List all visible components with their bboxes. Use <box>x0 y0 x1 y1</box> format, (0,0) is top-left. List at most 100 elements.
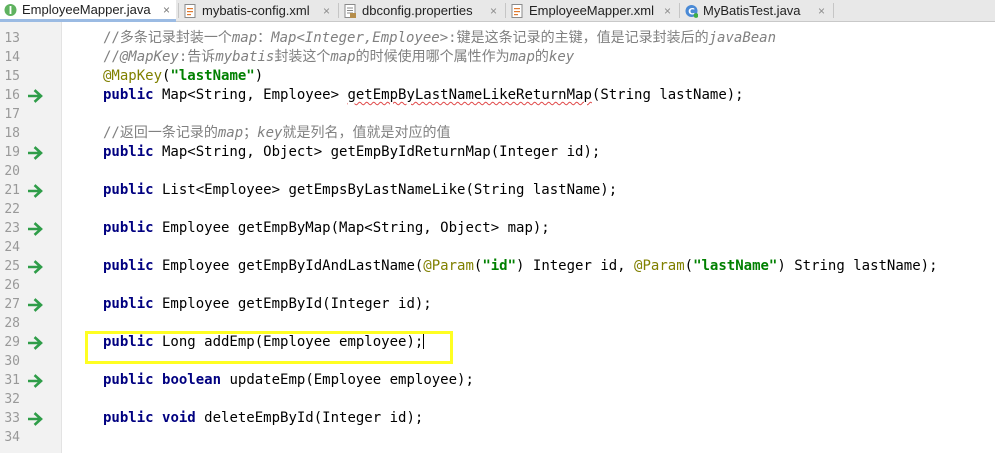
line-number: 13 <box>4 31 20 46</box>
tab-employee-mapper-java[interactable]: EmployeeMapper.java × <box>0 0 176 22</box>
annotation: @Param <box>423 258 474 274</box>
line-number: 29 <box>4 335 20 350</box>
implemented-arrow-icon[interactable] <box>27 260 44 274</box>
code-comment: //返回一条记录的map；key就是列名，值就是对应的值 <box>103 125 451 141</box>
code-text: //多条记录封装一个map：Map<Integer,Employee>:键是这条… <box>103 29 776 48</box>
line-number: 19 <box>4 145 20 160</box>
code-line[interactable]: 25 public Employee getEmpByIdAndLastName(… <box>0 257 995 276</box>
code-line[interactable]: 16 public Map<String, Employee> getEmpByL… <box>0 86 995 105</box>
code-comment: //多条记录封装一个map：Map<Integer,Employee>:键是这条… <box>103 30 777 46</box>
line-number: 20 <box>4 164 20 179</box>
code-text: public Map<String, Employee> getEmpByLas… <box>103 87 744 103</box>
tab-divider <box>178 3 179 18</box>
tab-divider <box>505 3 506 18</box>
close-icon[interactable]: × <box>163 3 170 17</box>
close-icon[interactable]: × <box>490 4 497 18</box>
xml-file-icon <box>511 3 524 18</box>
implemented-arrow-icon[interactable] <box>27 412 44 426</box>
line-number: 25 <box>4 259 20 274</box>
string-literal: "lastName" <box>170 68 255 84</box>
code-text: //@MapKey:告诉mybatis封装这个map的时候使用哪个属性作为map… <box>103 48 574 67</box>
implemented-arrow-icon[interactable] <box>27 298 44 312</box>
code-text: public boolean updateEmp(Employee employ… <box>103 372 474 388</box>
close-icon[interactable]: × <box>818 4 825 18</box>
implemented-arrow-icon[interactable] <box>27 89 44 103</box>
tab-label: EmployeeMapper.java <box>22 2 151 17</box>
code-text: public Employee getEmpByIdAndLastName(@P… <box>103 258 938 274</box>
code-comment: //@MapKey:告诉mybatis封装这个map的时候使用哪个属性作为map… <box>103 49 575 65</box>
code-text: public List<Employee> getEmpsByLastNameL… <box>103 182 618 198</box>
line-number: 31 <box>4 373 20 388</box>
line-number: 23 <box>4 221 20 236</box>
highlight-box <box>85 331 453 364</box>
line-number: 26 <box>4 278 20 293</box>
method-name: getEmpByLastNameLikeReturnMap <box>347 87 592 103</box>
code-line[interactable]: 32 <box>0 390 995 409</box>
code-line[interactable]: 19 public Map<String, Object> getEmpByIdR… <box>0 143 995 162</box>
line-number: 17 <box>4 107 20 122</box>
line-number: 33 <box>4 411 20 426</box>
implemented-arrow-icon[interactable] <box>27 374 44 388</box>
tab-label: MyBatisTest.java <box>703 3 801 18</box>
code-line[interactable]: 13 //多条记录封装一个map：Map<Integer,Employee>:键是… <box>0 29 995 48</box>
code-text: public Employee getEmpByMap(Map<String, … <box>103 220 550 236</box>
line-number: 28 <box>4 316 20 331</box>
code-line[interactable]: 27 public Employee getEmpById(Integer id)… <box>0 295 995 314</box>
code-line[interactable]: 33 public void deleteEmpById(Integer id); <box>0 409 995 428</box>
tab-divider <box>679 3 680 18</box>
line-number: 24 <box>4 240 20 255</box>
line-number: 14 <box>4 50 20 65</box>
code-line[interactable]: 26 <box>0 276 995 295</box>
code-editor[interactable]: 13 //多条记录封装一个map：Map<Integer,Employee>:键是… <box>0 22 995 453</box>
annotation: @MapKey <box>103 68 163 84</box>
tab-label: EmployeeMapper.xml <box>529 3 654 18</box>
code-line[interactable]: 31 public boolean updateEmp(Employee empl… <box>0 371 995 390</box>
tab-dbconfig-properties[interactable]: dbconfig.properties × <box>340 0 503 21</box>
line-number: 21 <box>4 183 20 198</box>
line-number: 22 <box>4 202 20 217</box>
annotation: @Param <box>634 258 685 274</box>
interface-file-icon <box>4 3 17 17</box>
tab-label: mybatis-config.xml <box>202 3 310 18</box>
code-line[interactable]: 14 //@MapKey:告诉mybatis封装这个map的时候使用哪个属性作为m… <box>0 48 995 67</box>
code-line[interactable]: 18 //返回一条记录的map；key就是列名，值就是对应的值 <box>0 124 995 143</box>
tab-mybatis-test-java[interactable]: C MyBatisTest.java × <box>681 0 831 21</box>
close-icon[interactable]: × <box>664 4 671 18</box>
code-line[interactable]: 20 <box>0 162 995 181</box>
string-literal: "id" <box>482 258 517 274</box>
editor-tab-bar: EmployeeMapper.java × mybatis-config.xml… <box>0 0 995 22</box>
xml-file-icon <box>184 3 197 18</box>
line-number: 15 <box>4 69 20 84</box>
code-text: public Employee getEmpById(Integer id); <box>103 296 432 312</box>
implemented-arrow-icon[interactable] <box>27 146 44 160</box>
implemented-arrow-icon[interactable] <box>27 222 44 236</box>
tab-divider <box>833 3 834 18</box>
code-line[interactable]: 15 @MapKey("lastName") <box>0 67 995 86</box>
implemented-arrow-icon[interactable] <box>27 336 44 350</box>
properties-file-icon <box>344 3 357 18</box>
close-icon[interactable]: × <box>323 4 330 18</box>
line-number: 27 <box>4 297 20 312</box>
code-line[interactable]: 22 <box>0 200 995 219</box>
line-number: 34 <box>4 430 20 445</box>
tab-divider <box>338 3 339 18</box>
code-line[interactable]: 17 <box>0 105 995 124</box>
code-text: public Map<String, Object> getEmpByIdRet… <box>103 144 601 160</box>
line-number: 18 <box>4 126 20 141</box>
code-line[interactable]: 21 public List<Employee> getEmpsByLastNam… <box>0 181 995 200</box>
line-number: 30 <box>4 354 20 369</box>
tab-label: dbconfig.properties <box>362 3 473 18</box>
code-line[interactable]: 23 public Employee getEmpByMap(Map<String… <box>0 219 995 238</box>
implemented-arrow-icon[interactable] <box>27 184 44 198</box>
tab-employee-mapper-xml[interactable]: EmployeeMapper.xml × <box>507 0 677 21</box>
class-file-icon: C <box>685 4 699 18</box>
code-line[interactable]: 24 <box>0 238 995 257</box>
string-literal: "lastName" <box>693 258 778 274</box>
code-text: //返回一条记录的map；key就是列名，值就是对应的值 <box>103 124 450 143</box>
code-line[interactable]: 34 <box>0 428 995 447</box>
code-text: @MapKey("lastName") <box>103 68 264 84</box>
tab-mybatis-config-xml[interactable]: mybatis-config.xml × <box>180 0 336 21</box>
line-number: 32 <box>4 392 20 407</box>
code-text: public void deleteEmpById(Integer id); <box>103 410 424 426</box>
line-number: 16 <box>4 88 20 103</box>
